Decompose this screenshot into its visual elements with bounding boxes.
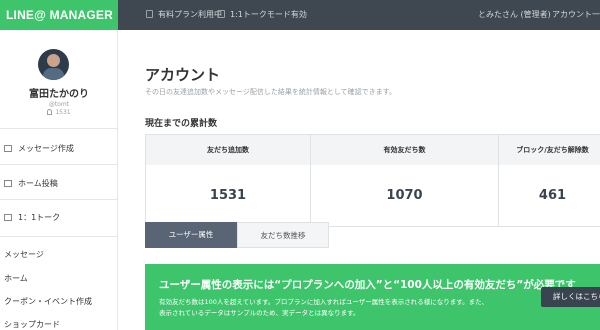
sidebar-item-message[interactable]: メッセージ <box>0 249 118 260</box>
plan-status: 有料プラン利用中 <box>146 0 222 30</box>
edit-icon <box>4 180 12 187</box>
stat-label-blocked: ブロック/友だち解除数 <box>499 135 600 165</box>
sidebar-item-home[interactable]: ホーム <box>0 273 118 284</box>
sidebar: 富田たかのり @tomt 1531 メッセージ作成 ホーム投稿 1：1トーク メ… <box>0 30 118 330</box>
sidebar-item-one-on-one-talk[interactable]: 1：1トーク <box>0 212 118 223</box>
stat-value-active: 1070 <box>311 165 499 227</box>
document-icon <box>146 10 153 18</box>
banner-text-line1: 有効友だち数は100人を超えています。プロプランに加入すればユーザー属性を表示さ… <box>159 298 489 306</box>
tab-user-attributes[interactable]: ユーザー属性 <box>145 222 237 248</box>
stat-label-active: 有効友だち数 <box>311 135 499 165</box>
follower-count: 1531 <box>0 109 118 116</box>
profile-name: 富田たかのり <box>29 89 89 100</box>
current-user[interactable]: とみたさん (管理者) <box>478 0 551 30</box>
document-icon <box>218 10 225 18</box>
talk-mode-status: 1:1トークモード有効 <box>218 0 307 30</box>
chat-icon <box>4 214 12 221</box>
user-icon <box>47 109 53 115</box>
sidebar-item-home-post[interactable]: ホーム投稿 <box>0 178 118 189</box>
section-title: 現在までの累計数 <box>145 119 218 129</box>
profile-id: @tomt <box>48 101 70 108</box>
stat-value-blocked: 461 <box>538 188 567 203</box>
pro-plan-banner: ユーザー属性の表示には“プロプランへの加入”と“100人以上の有効友だち”が必要… <box>145 264 600 330</box>
brand-logo[interactable]: LINE@ MANAGER <box>0 0 118 30</box>
stats-table: 友だち追加数 有効友だち数 ブロック/友だち解除数 1531 1070 461 <box>145 134 600 227</box>
stat-value-added: 1531 <box>146 165 311 227</box>
page-title: アカウント <box>145 66 221 84</box>
tab-friend-trend[interactable]: 友だち数推移 <box>237 222 329 248</box>
megaphone-icon <box>4 145 12 152</box>
sidebar-item-coupon-event[interactable]: クーポン・イベント作成 <box>0 296 118 307</box>
main-content: アカウント その日の友達追加数やメッセージ配信した結果を統計情報として確認できま… <box>145 30 600 330</box>
sidebar-item-shop-card[interactable]: ショップカード <box>0 319 118 330</box>
top-bar: LINE@ MANAGER 有料プラン利用中 1:1トークモード有効 とみたさん… <box>0 0 600 30</box>
banner-text-line2: 表示されているデータはサンプルのため、実データとは異なります。 <box>159 309 360 317</box>
stat-label-added: 友だち追加数 <box>146 135 311 165</box>
sidebar-item-message-create[interactable]: メッセージ作成 <box>0 143 118 154</box>
account-list-link[interactable]: アカウント一覧 <box>552 0 600 30</box>
avatar[interactable] <box>38 49 69 80</box>
profile-card: 富田たかのり @tomt 1531 <box>0 30 117 129</box>
page-subtitle: その日の友達追加数やメッセージ配信した結果を統計情報として確認できます。 <box>145 88 396 96</box>
banner-title: ユーザー属性の表示には“プロプランへの加入”と“100人以上の有効友だち”が必要… <box>159 279 576 291</box>
details-button[interactable]: 詳しくはこちら <box>541 287 600 307</box>
